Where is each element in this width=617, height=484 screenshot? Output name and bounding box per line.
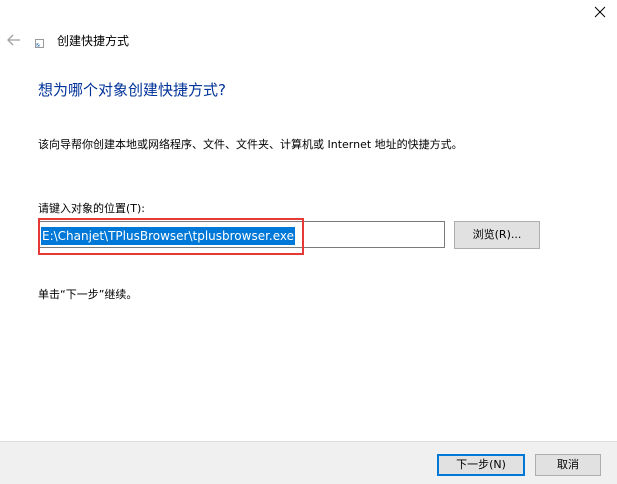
location-input-value: E:\Chanjet\TPlusBrowser\tplusbrowser.exe [41,227,296,245]
back-arrow-icon [7,34,20,46]
create-shortcut-dialog: 创建快捷方式 想为哪个对象创建快捷方式? 该向导帮你创建本地或网络程序、文件、文… [0,0,617,484]
next-button[interactable]: 下一步(N) [437,454,525,476]
location-label: 请键入对象的位置(T): [38,202,146,215]
window-title: 创建快捷方式 [57,34,130,48]
wizard-description: 该向导帮你创建本地或网络程序、文件、文件夹、计算机或 Internet 地址的快… [38,138,463,151]
back-button[interactable] [4,30,24,50]
continue-instruction: 单击“下一步”继续。 [38,288,138,301]
browse-button[interactable]: 浏览(R)... [454,221,540,249]
close-button[interactable] [583,0,617,24]
cancel-button[interactable]: 取消 [535,454,601,476]
close-icon [594,6,606,18]
page-heading: 想为哪个对象创建快捷方式? [38,81,226,99]
location-input[interactable]: E:\Chanjet\TPlusBrowser\tplusbrowser.exe [38,221,445,248]
shortcut-icon [35,39,44,48]
